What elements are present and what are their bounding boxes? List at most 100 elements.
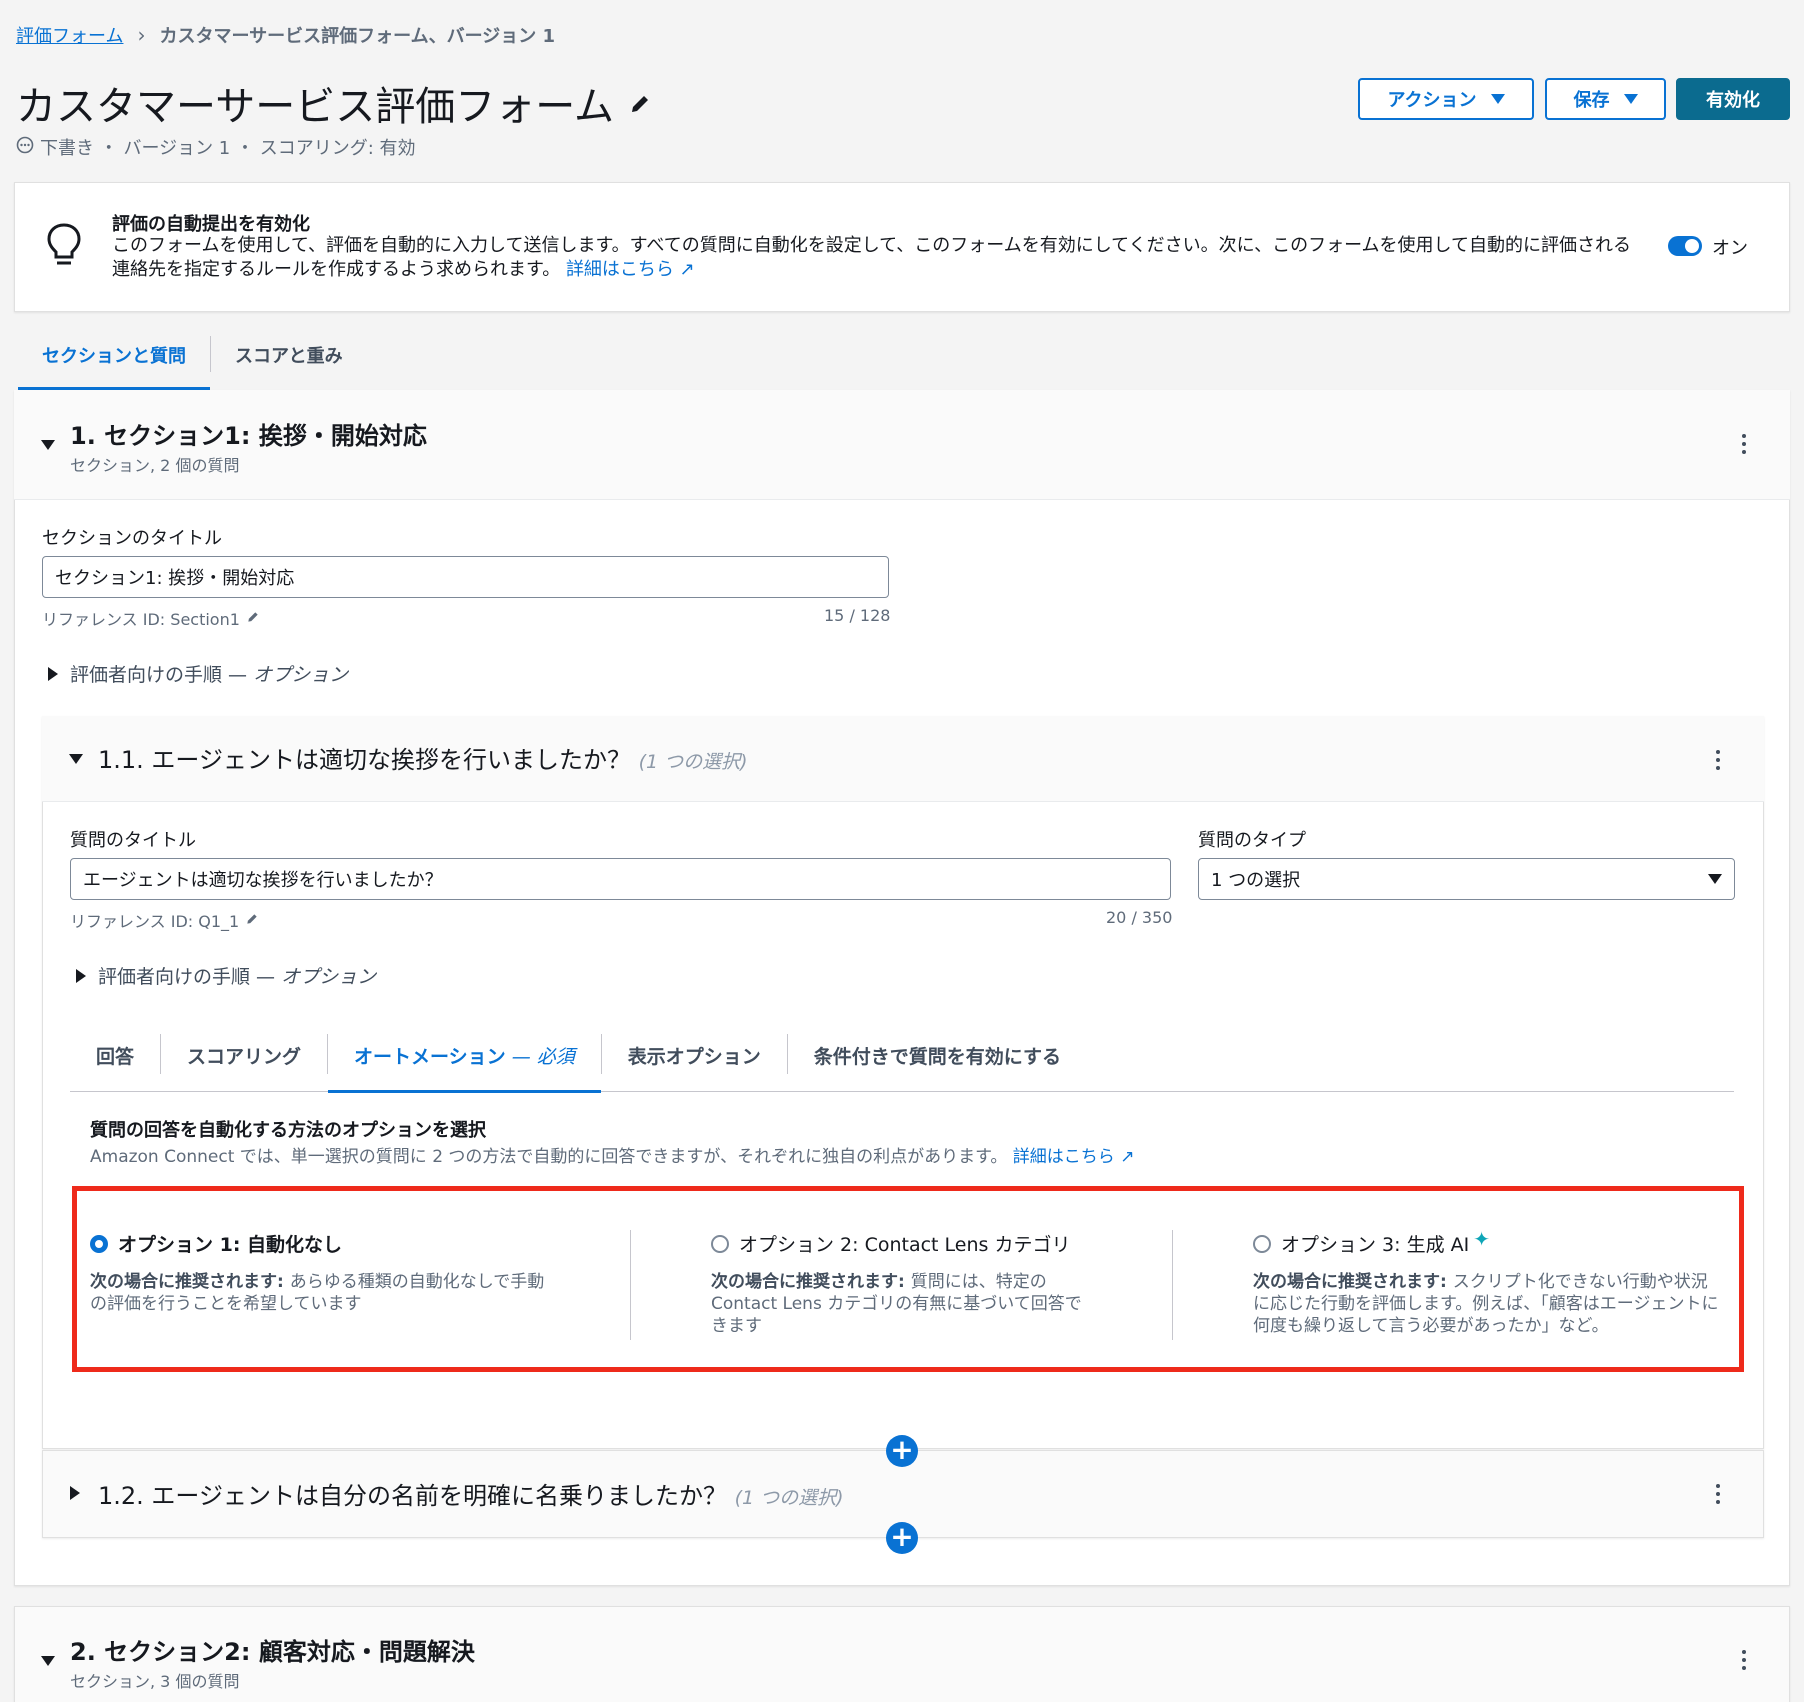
section-2-title: 2. セクション2: 顧客対応・問題解決: [70, 1638, 475, 1666]
automation-learn-more-link[interactable]: 詳細はこちら ↗: [1013, 1147, 1135, 1167]
question-ref-id-text: リファレンス ID: Q1_1: [70, 912, 240, 931]
section-ref-id: リファレンス ID: Section1: [42, 606, 260, 630]
section-char-count: 15 / 128: [824, 606, 891, 625]
radio-checked-icon[interactable]: [90, 1234, 108, 1253]
question-ref-id: リファレンス ID: Q1_1: [70, 908, 259, 932]
tab-sections-questions[interactable]: セクションと質問: [18, 332, 210, 390]
external-link-icon: ↗: [679, 259, 695, 280]
section-title-input[interactable]: セクション1: 挨拶・開始対応: [42, 556, 889, 598]
caret-down-icon: [1623, 94, 1638, 104]
question-1-title: 1.1. エージェントは適切な挨拶を行いましたか？ (1 つの選択): [98, 740, 748, 775]
banner-text: このフォームを使用して、評価を自動的に入力して送信します。すべての質問に自動化を…: [112, 234, 1642, 282]
caret-down-icon: [1708, 874, 1722, 884]
radio-unchecked-icon[interactable]: [711, 1234, 729, 1253]
breadcrumb: 評価フォーム › カスタマーサービス評価フォーム、バージョン 1: [16, 22, 555, 48]
add-question-button[interactable]: +: [886, 1435, 918, 1467]
question-2-type-badge: (1 つの選択): [734, 1487, 844, 1509]
automation-heading: 質問の回答を自動化する方法のオプションを選択: [90, 1120, 486, 1141]
option-1-lead: 次の場合に推奨されます:: [90, 1272, 290, 1292]
question-evaluator-instructions-expander[interactable]: 評価者向けの手順 — オプション: [76, 962, 376, 989]
option-2-lead: 次の場合に推奨されます:: [711, 1272, 911, 1292]
tab-automation-label: オートメーション: [354, 1046, 506, 1068]
breadcrumb-root-link[interactable]: 評価フォーム: [16, 22, 123, 48]
form-status: 下書き ・ バージョン 1 ・ スコアリング: 有効: [16, 134, 416, 160]
form-status-text: 下書き ・ バージョン 1 ・ スコアリング: 有効: [40, 138, 416, 159]
collapse-caret-icon[interactable]: [41, 440, 55, 450]
question-instructions-label: 評価者向けの手順 — オプション: [98, 962, 376, 989]
section-1-title: 1. セクション1: 挨拶・開始対応: [70, 422, 427, 450]
learn-more-label: 詳細はこちら: [565, 259, 674, 280]
chevron-right-icon: ›: [137, 23, 146, 47]
section-2-menu-icon[interactable]: [1741, 1650, 1747, 1670]
section-evaluator-instructions-expander[interactable]: 評価者向けの手順 — オプション: [48, 660, 348, 687]
option-divider: [630, 1230, 631, 1340]
tab-conditional[interactable]: 条件付きで質問を有効にする: [788, 1030, 1087, 1092]
automation-option-1[interactable]: オプション 1: 自動化なし 次の場合に推奨されます: あらゆる種類の自動化なし…: [90, 1230, 560, 1315]
question-2-title-text: 1.2. エージェントは自分の名前を明確に名乗りましたか？: [98, 1482, 727, 1510]
actions-label: アクション: [1387, 90, 1477, 111]
option-1-description: 次の場合に推奨されます: あらゆる種類の自動化なしで手動の評価を行うことを希望し…: [90, 1271, 560, 1315]
draft-status-icon: [16, 136, 34, 159]
section-title-label: セクションのタイトル: [42, 528, 222, 549]
page-title: カスタマーサービス評価フォーム: [16, 74, 652, 132]
save-dropdown-button[interactable]: 保存: [1545, 78, 1666, 120]
section-instructions-text: 評価者向けの手順 —: [70, 664, 254, 686]
question-type-value: 1 つの選択: [1211, 870, 1301, 891]
question-instructions-text: 評価者向けの手順 —: [98, 966, 282, 988]
learn-more-link[interactable]: 詳細はこちら ↗: [566, 259, 695, 280]
page-title-text: カスタマーサービス評価フォーム: [16, 84, 614, 130]
pencil-icon[interactable]: [628, 80, 652, 126]
question-type-label: 質問のタイプ: [1198, 830, 1306, 851]
lightbulb-icon: [46, 222, 82, 272]
external-link-icon: ↗: [1120, 1147, 1135, 1167]
add-question-button[interactable]: +: [886, 1522, 918, 1554]
automation-option-3[interactable]: オプション 3: 生成 AI ✦ 次の場合に推奨されます: スクリプト化できない行…: [1253, 1227, 1723, 1337]
section-2-subtitle: セクション, 3 個の質問: [70, 1672, 240, 1691]
question-type-select[interactable]: 1 つの選択: [1198, 858, 1735, 900]
option-3-description: 次の場合に推奨されます: スクリプト化できない行動や状況に応じた行動を評価します…: [1253, 1271, 1723, 1337]
option-2-label: オプション 2: Contact Lens カテゴリ: [739, 1234, 1071, 1256]
radio-unchecked-icon[interactable]: [1253, 1234, 1271, 1253]
question-1-menu-icon[interactable]: [1715, 750, 1721, 770]
optional-label: オプション: [253, 664, 349, 686]
breadcrumb-current: カスタマーサービス評価フォーム、バージョン 1: [159, 26, 555, 47]
pencil-icon[interactable]: [245, 911, 259, 930]
question-title-label: 質問のタイトル: [70, 830, 196, 851]
option-2-description: 次の場合に推奨されます: 質問には、特定の Contact Lens カテゴリの…: [711, 1271, 1091, 1337]
question-title-input[interactable]: エージェントは適切な挨拶を行いましたか？: [70, 858, 1171, 900]
section-ref-id-text: リファレンス ID: Section1: [42, 610, 240, 629]
option-1-label: オプション 1: 自動化なし: [118, 1234, 343, 1256]
collapse-caret-icon[interactable]: [41, 1656, 55, 1666]
collapse-caret-icon[interactable]: [69, 754, 83, 764]
question-tabs: 回答 スコアリング オートメーション — 必須 表示オプション 条件付きで質問を…: [70, 1030, 1734, 1093]
tab-display-options[interactable]: 表示オプション: [602, 1030, 787, 1092]
tab-automation[interactable]: オートメーション — 必須: [328, 1030, 601, 1093]
save-label: 保存: [1573, 90, 1610, 111]
option-3-label: オプション 3: 生成 AI: [1281, 1234, 1470, 1256]
automation-option-2[interactable]: オプション 2: Contact Lens カテゴリ 次の場合に推奨されます: …: [711, 1230, 1091, 1337]
required-label: — 必須: [505, 1046, 575, 1068]
automation-description-text: Amazon Connect では、単一選択の質問に 2 つの方法で自動的に回答…: [90, 1147, 1008, 1167]
question-1-type-badge: (1 つの選択): [638, 751, 748, 773]
expand-caret-icon: [76, 968, 86, 983]
question-2-menu-icon[interactable]: [1715, 1484, 1721, 1504]
pencil-icon[interactable]: [246, 609, 260, 628]
form-tabs: セクションと質問 スコアと重み: [18, 332, 367, 390]
banner-body: このフォームを使用して、評価を自動的に入力して送信します。すべての質問に自動化を…: [112, 235, 1632, 280]
section-1-menu-icon[interactable]: [1741, 434, 1747, 454]
auto-submit-toggle[interactable]: [1668, 236, 1702, 256]
expand-caret-icon[interactable]: [70, 1486, 80, 1500]
tab-scores-weights[interactable]: スコアと重み: [211, 332, 367, 390]
tab-scoring[interactable]: スコアリング: [161, 1030, 327, 1092]
tab-answers[interactable]: 回答: [70, 1030, 160, 1092]
optional-label: オプション: [281, 966, 377, 988]
toggle-label: オン: [1712, 238, 1748, 259]
option-3-lead: 次の場合に推奨されます:: [1253, 1272, 1453, 1292]
expand-caret-icon: [48, 666, 58, 681]
automation-description: Amazon Connect では、単一選択の質問に 2 つの方法で自動的に回答…: [90, 1142, 1134, 1167]
actions-dropdown-button[interactable]: アクション: [1358, 78, 1534, 120]
question-char-count: 20 / 350: [1106, 908, 1173, 927]
section-instructions-label: 評価者向けの手順 — オプション: [70, 660, 348, 687]
section-1-subtitle: セクション, 2 個の質問: [70, 456, 240, 475]
activate-button[interactable]: 有効化: [1676, 78, 1790, 120]
